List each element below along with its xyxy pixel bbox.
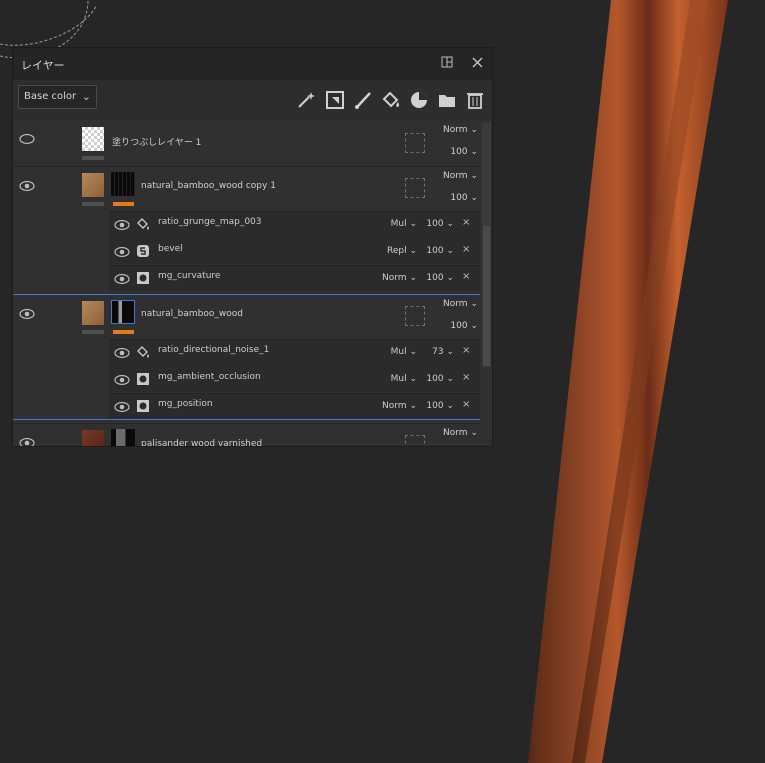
fill-bucket-icon [137, 346, 149, 358]
effect-name: mg_curvature [158, 271, 221, 281]
eye-icon[interactable] [114, 401, 130, 413]
effect-opacity-select[interactable]: 100 ⌄ [420, 273, 454, 283]
layer-color-bar [82, 330, 104, 334]
layer-color-bar [82, 202, 104, 206]
layer-thumbnail [82, 127, 104, 151]
layers-toolbar: Base color ⌄ [13, 80, 492, 120]
substance-filter-icon [137, 245, 149, 257]
eye-icon[interactable] [19, 437, 35, 447]
smart-material-icon[interactable] [325, 90, 345, 110]
blend-mode-select[interactable]: Norm ⌄ [433, 428, 478, 438]
mask-placeholder[interactable] [405, 306, 425, 326]
layer-name: natural_bamboo_wood [141, 309, 243, 319]
effect-opacity-select[interactable]: 100 ⌄ [420, 219, 454, 229]
close-icon[interactable] [467, 54, 487, 74]
eye-icon[interactable] [114, 219, 130, 231]
mask-color-bar [113, 330, 134, 334]
panel-titlebar: レイヤー [13, 48, 492, 80]
eye-icon[interactable] [19, 308, 35, 320]
layer-thumbnail [82, 430, 104, 446]
effect-blend-select[interactable]: Repl ⌄ [371, 246, 417, 256]
mask-thumbnail[interactable] [111, 429, 135, 446]
effect-opacity-select[interactable]: 100 ⌄ [420, 246, 454, 256]
blend-mode-select[interactable]: Norm ⌄ [433, 125, 478, 135]
generator-icon [137, 272, 149, 284]
layer-name: natural_bamboo_wood copy 1 [141, 181, 276, 191]
remove-effect-icon[interactable]: × [462, 271, 470, 282]
remove-effect-icon[interactable]: × [462, 217, 470, 228]
effect-name: ratio_grunge_map_003 [158, 217, 262, 227]
eye-icon[interactable] [114, 347, 130, 359]
layer-row[interactable]: 塗りつぶしレイヤー 1 Norm ⌄ 100 ⌄ [13, 122, 480, 167]
mask-placeholder[interactable] [405, 133, 425, 153]
effect-row[interactable]: ratio_directional_noise_1 Mul ⌄ 73 ⌄ × [109, 339, 480, 365]
mask-color-bar [113, 202, 134, 206]
blend-mode-select[interactable]: Norm ⌄ [433, 299, 478, 309]
paint-brush-icon[interactable] [353, 90, 373, 110]
generator-icon [137, 400, 149, 412]
effect-blend-select[interactable]: Mul ⌄ [371, 347, 417, 357]
fill-bucket-icon[interactable] [381, 90, 401, 110]
layer-color-bar [82, 156, 104, 160]
folder-icon[interactable] [437, 90, 457, 110]
eye-icon[interactable] [114, 273, 130, 285]
effect-row[interactable]: mg_position Norm ⌄ 100 ⌄ × [109, 393, 480, 419]
layer-row[interactable]: natural_bamboo_wood copy 1 Norm ⌄ 100 ⌄ [13, 167, 480, 211]
effect-opacity-select[interactable]: 73 ⌄ [420, 347, 454, 357]
eye-icon[interactable] [114, 374, 130, 386]
effect-blend-select[interactable]: Norm ⌄ [371, 273, 417, 283]
chevron-down-icon: ⌄ [81, 90, 91, 103]
effect-name: mg_position [158, 399, 213, 409]
eye-icon[interactable] [19, 180, 35, 192]
effect-blend-select[interactable]: Mul ⌄ [371, 219, 417, 229]
effect-name: mg_ambient_occlusion [158, 372, 261, 382]
channel-select[interactable]: Base color ⌄ [18, 85, 97, 109]
remove-effect-icon[interactable]: × [462, 372, 470, 383]
layer-row-selected[interactable]: natural_bamboo_wood Norm ⌄ 100 ⌄ [13, 295, 480, 339]
channel-select-value: Base color [24, 91, 77, 102]
mask-placeholder[interactable] [405, 178, 425, 198]
generator-icon [137, 373, 149, 385]
layer-list[interactable]: 塗りつぶしレイヤー 1 Norm ⌄ 100 ⌄ natural_bamboo_… [13, 122, 492, 447]
trash-icon[interactable] [465, 90, 485, 110]
effect-name: ratio_directional_noise_1 [158, 345, 270, 355]
effect-blend-select[interactable]: Mul ⌄ [371, 374, 417, 384]
layer-effects-group: ratio_directional_noise_1 Mul ⌄ 73 ⌄ × m… [13, 339, 480, 419]
mask-thumbnail[interactable] [111, 172, 135, 196]
fill-bucket-icon [137, 218, 149, 230]
effect-row[interactable]: mg_ambient_occlusion Mul ⌄ 100 ⌄ × [109, 366, 480, 392]
layer-effects-group: ratio_grunge_map_003 Mul ⌄ 100 ⌄ × bevel… [13, 211, 480, 292]
layer-row[interactable]: palisander wood varnished Norm ⌄ [13, 423, 480, 447]
remove-effect-icon[interactable]: × [462, 345, 470, 356]
scrollbar-thumb[interactable] [483, 226, 490, 366]
remove-effect-icon[interactable]: × [462, 399, 470, 410]
layer-thumbnail [82, 173, 104, 197]
opacity-select[interactable]: 100 ⌄ [433, 193, 478, 203]
effect-row[interactable]: bevel Repl ⌄ 100 ⌄ × [109, 238, 480, 264]
opacity-select[interactable]: 100 ⌄ [433, 321, 478, 331]
mask-thumbnail[interactable] [111, 300, 135, 324]
dock-icon[interactable] [437, 54, 457, 74]
blend-mode-select[interactable]: Norm ⌄ [433, 171, 478, 181]
opacity-select[interactable]: 100 ⌄ [433, 147, 478, 157]
panel-title: レイヤー [21, 59, 65, 72]
effect-blend-select[interactable]: Norm ⌄ [371, 401, 417, 411]
effect-opacity-select[interactable]: 100 ⌄ [420, 401, 454, 411]
layer-name: palisander wood varnished [141, 439, 263, 447]
layers-panel: レイヤー Base color ⌄ 塗りつぶしレイヤー 1 Norm ⌄ 100… [12, 47, 493, 447]
layer-thumbnail [82, 301, 104, 325]
magic-wand-icon[interactable] [296, 90, 316, 110]
eye-hidden-icon[interactable] [19, 133, 35, 145]
layer-name: 塗りつぶしレイヤー 1 [112, 138, 202, 148]
mask-icon[interactable] [409, 90, 429, 110]
effect-row[interactable]: mg_curvature Norm ⌄ 100 ⌄ × [109, 265, 480, 291]
effect-name: bevel [158, 244, 183, 254]
eye-icon[interactable] [114, 246, 130, 258]
remove-effect-icon[interactable]: × [462, 244, 470, 255]
effect-opacity-select[interactable]: 100 ⌄ [420, 374, 454, 384]
mask-placeholder[interactable] [405, 435, 425, 446]
effect-row[interactable]: ratio_grunge_map_003 Mul ⌄ 100 ⌄ × [109, 211, 480, 237]
